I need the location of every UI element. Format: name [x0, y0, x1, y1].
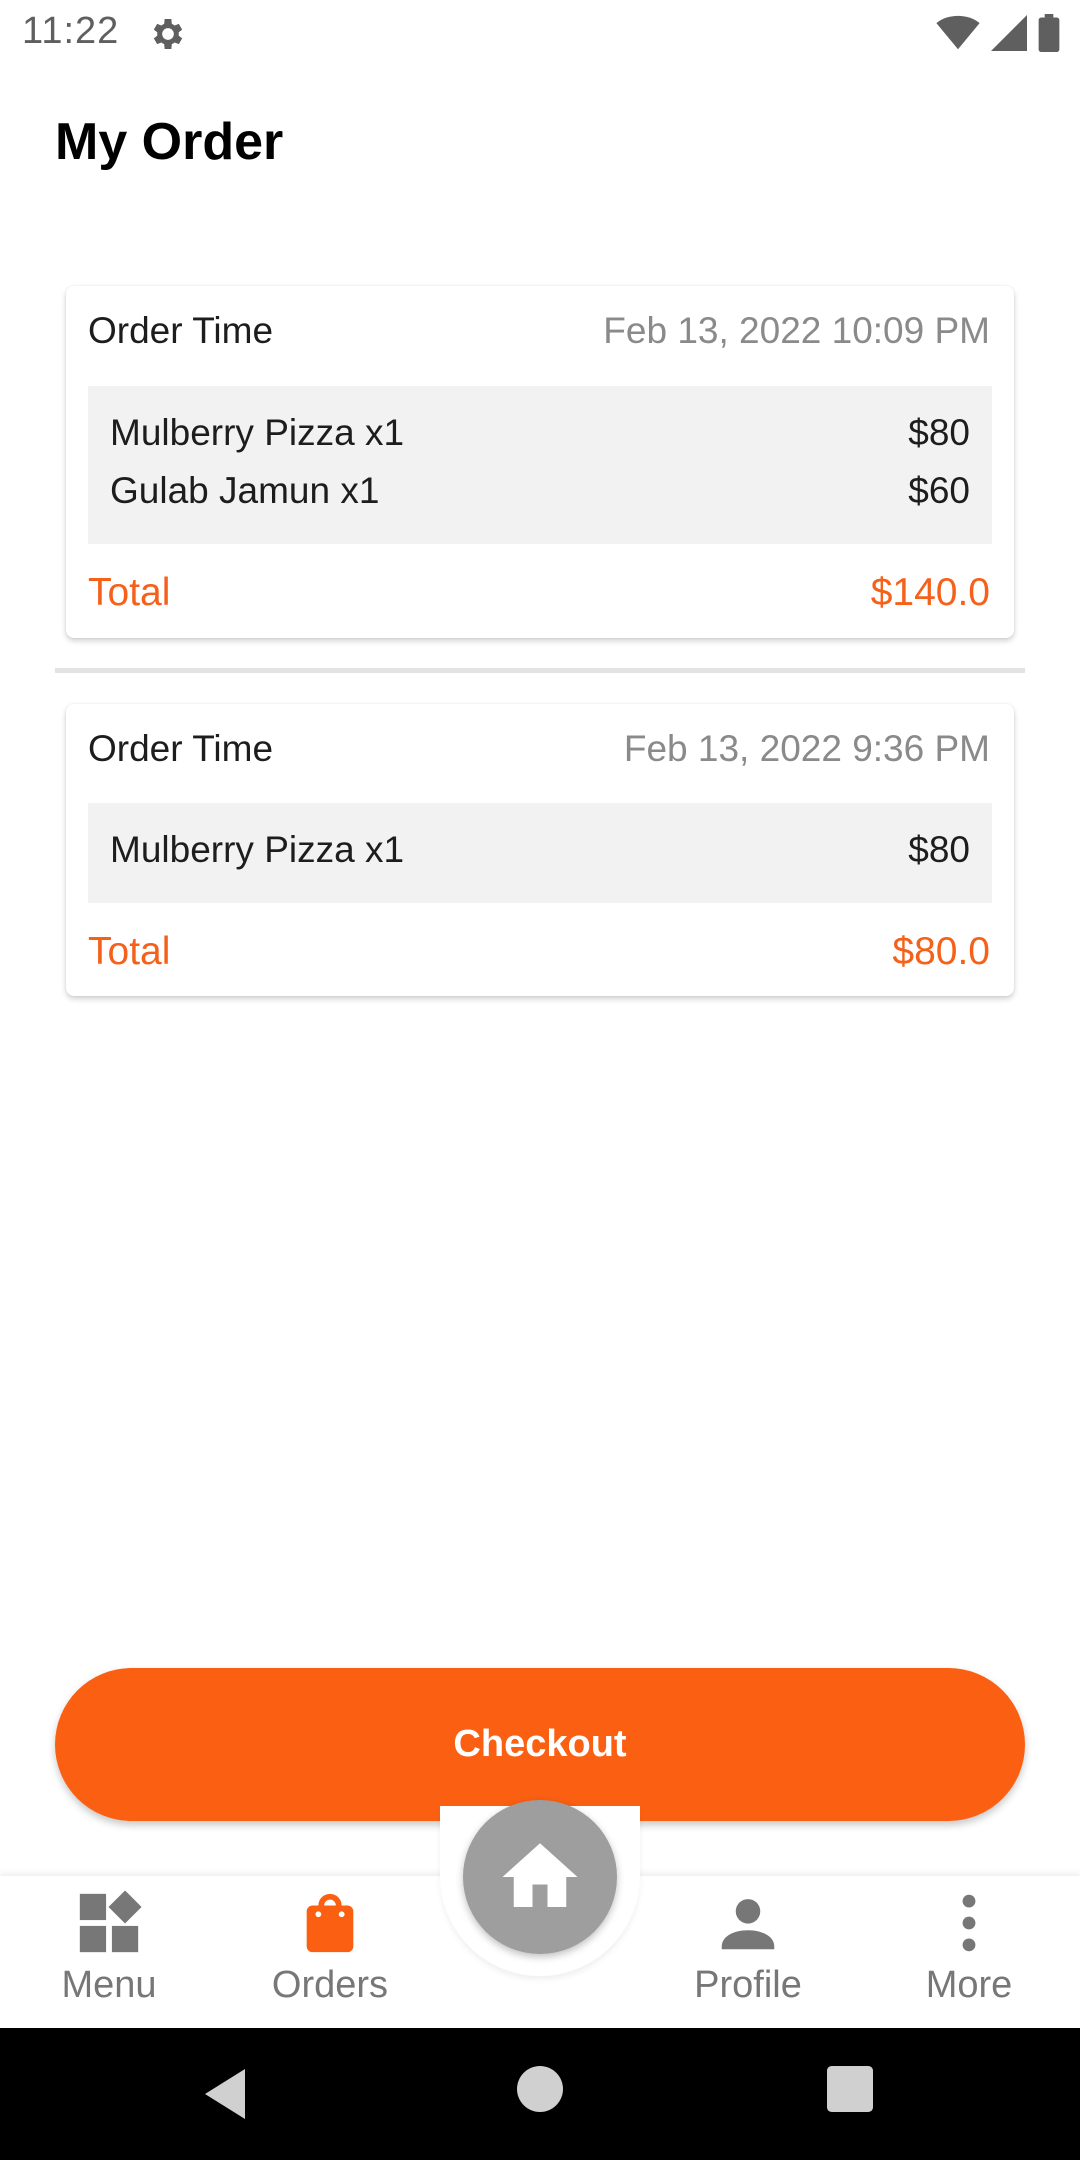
order-item-name: Mulberry Pizza x1 [110, 412, 405, 453]
person-icon [721, 1899, 775, 1950]
more-vertical-icon [962, 1894, 976, 1952]
nav-item-orders[interactable]: Orders [245, 1888, 415, 2007]
order-item-row: Mulberry Pizza x1 $80 [110, 404, 970, 462]
home-circle-icon[interactable] [517, 2066, 563, 2112]
home-button[interactable] [463, 1800, 617, 1954]
checkout-button[interactable]: Checkout [55, 1668, 1025, 1821]
status-bar: 11:22 [0, 0, 1080, 66]
nav-label-profile: Profile [694, 1964, 802, 2006]
order-item-name: Mulberry Pizza x1 [110, 829, 405, 870]
order-time-label: Order Time [88, 728, 274, 769]
order-items-list: Mulberry Pizza x1 $80 [88, 803, 992, 903]
order-time-row: Order Time Feb 13, 2022 10:09 PM [88, 310, 990, 352]
order-time-value: Feb 13, 2022 9:36 PM [623, 728, 990, 769]
grid-icon [79, 1890, 142, 1953]
screen: 11:22 My Order Order Time Feb 13, 2022 1… [0, 0, 1080, 2160]
order-total-label: Total [88, 930, 171, 973]
system-nav-bar [0, 2028, 1080, 2160]
order-card[interactable]: Order Time Feb 13, 2022 9:36 PM Mulberry… [66, 704, 1014, 996]
order-card[interactable]: Order Time Feb 13, 2022 10:09 PM Mulberr… [66, 286, 1014, 638]
order-time-value: Feb 13, 2022 10:09 PM [603, 310, 990, 351]
page-title: My Order [55, 113, 284, 171]
order-item-price: $80 [908, 829, 970, 870]
order-item-name: Gulab Jamun x1 [110, 470, 380, 511]
status-icons [936, 14, 1060, 52]
nav-item-menu[interactable]: Menu [24, 1888, 194, 2007]
order-total-value: $140.0 [870, 571, 990, 614]
order-divider [55, 668, 1025, 673]
order-item-price: $80 [908, 412, 970, 453]
battery-icon [1038, 14, 1060, 52]
order-total-row: Total $80.0 [88, 930, 990, 974]
nav-label-orders: Orders [271, 1964, 389, 2006]
nav-label-menu: Menu [61, 1964, 157, 2006]
order-total-label: Total [88, 571, 171, 614]
order-items-list: Mulberry Pizza x1 $80 Gulab Jamun x1 $60 [88, 386, 992, 544]
order-item-row: Gulab Jamun x1 $60 [110, 462, 970, 520]
order-total-row: Total $140.0 [88, 571, 990, 615]
shopping-bag-icon [306, 1893, 354, 1953]
settings-gear-icon [153, 19, 183, 49]
order-item-price: $60 [908, 470, 970, 511]
back-icon[interactable] [200, 2066, 250, 2122]
recents-square-icon[interactable] [827, 2066, 873, 2112]
wifi-icon [936, 15, 980, 50]
order-time-row: Order Time Feb 13, 2022 9:36 PM [88, 728, 990, 770]
nav-item-more[interactable]: More [884, 1888, 1054, 2007]
nav-label-more: More [925, 1964, 1013, 2006]
home-icon [502, 1843, 578, 1907]
order-time-label: Order Time [88, 310, 274, 351]
nav-item-profile[interactable]: Profile [663, 1888, 833, 2007]
order-total-value: $80.0 [892, 930, 990, 973]
order-item-row: Mulberry Pizza x1 $80 [110, 821, 970, 879]
status-time: 11:22 [22, 10, 120, 52]
cell-signal-icon [991, 15, 1027, 51]
